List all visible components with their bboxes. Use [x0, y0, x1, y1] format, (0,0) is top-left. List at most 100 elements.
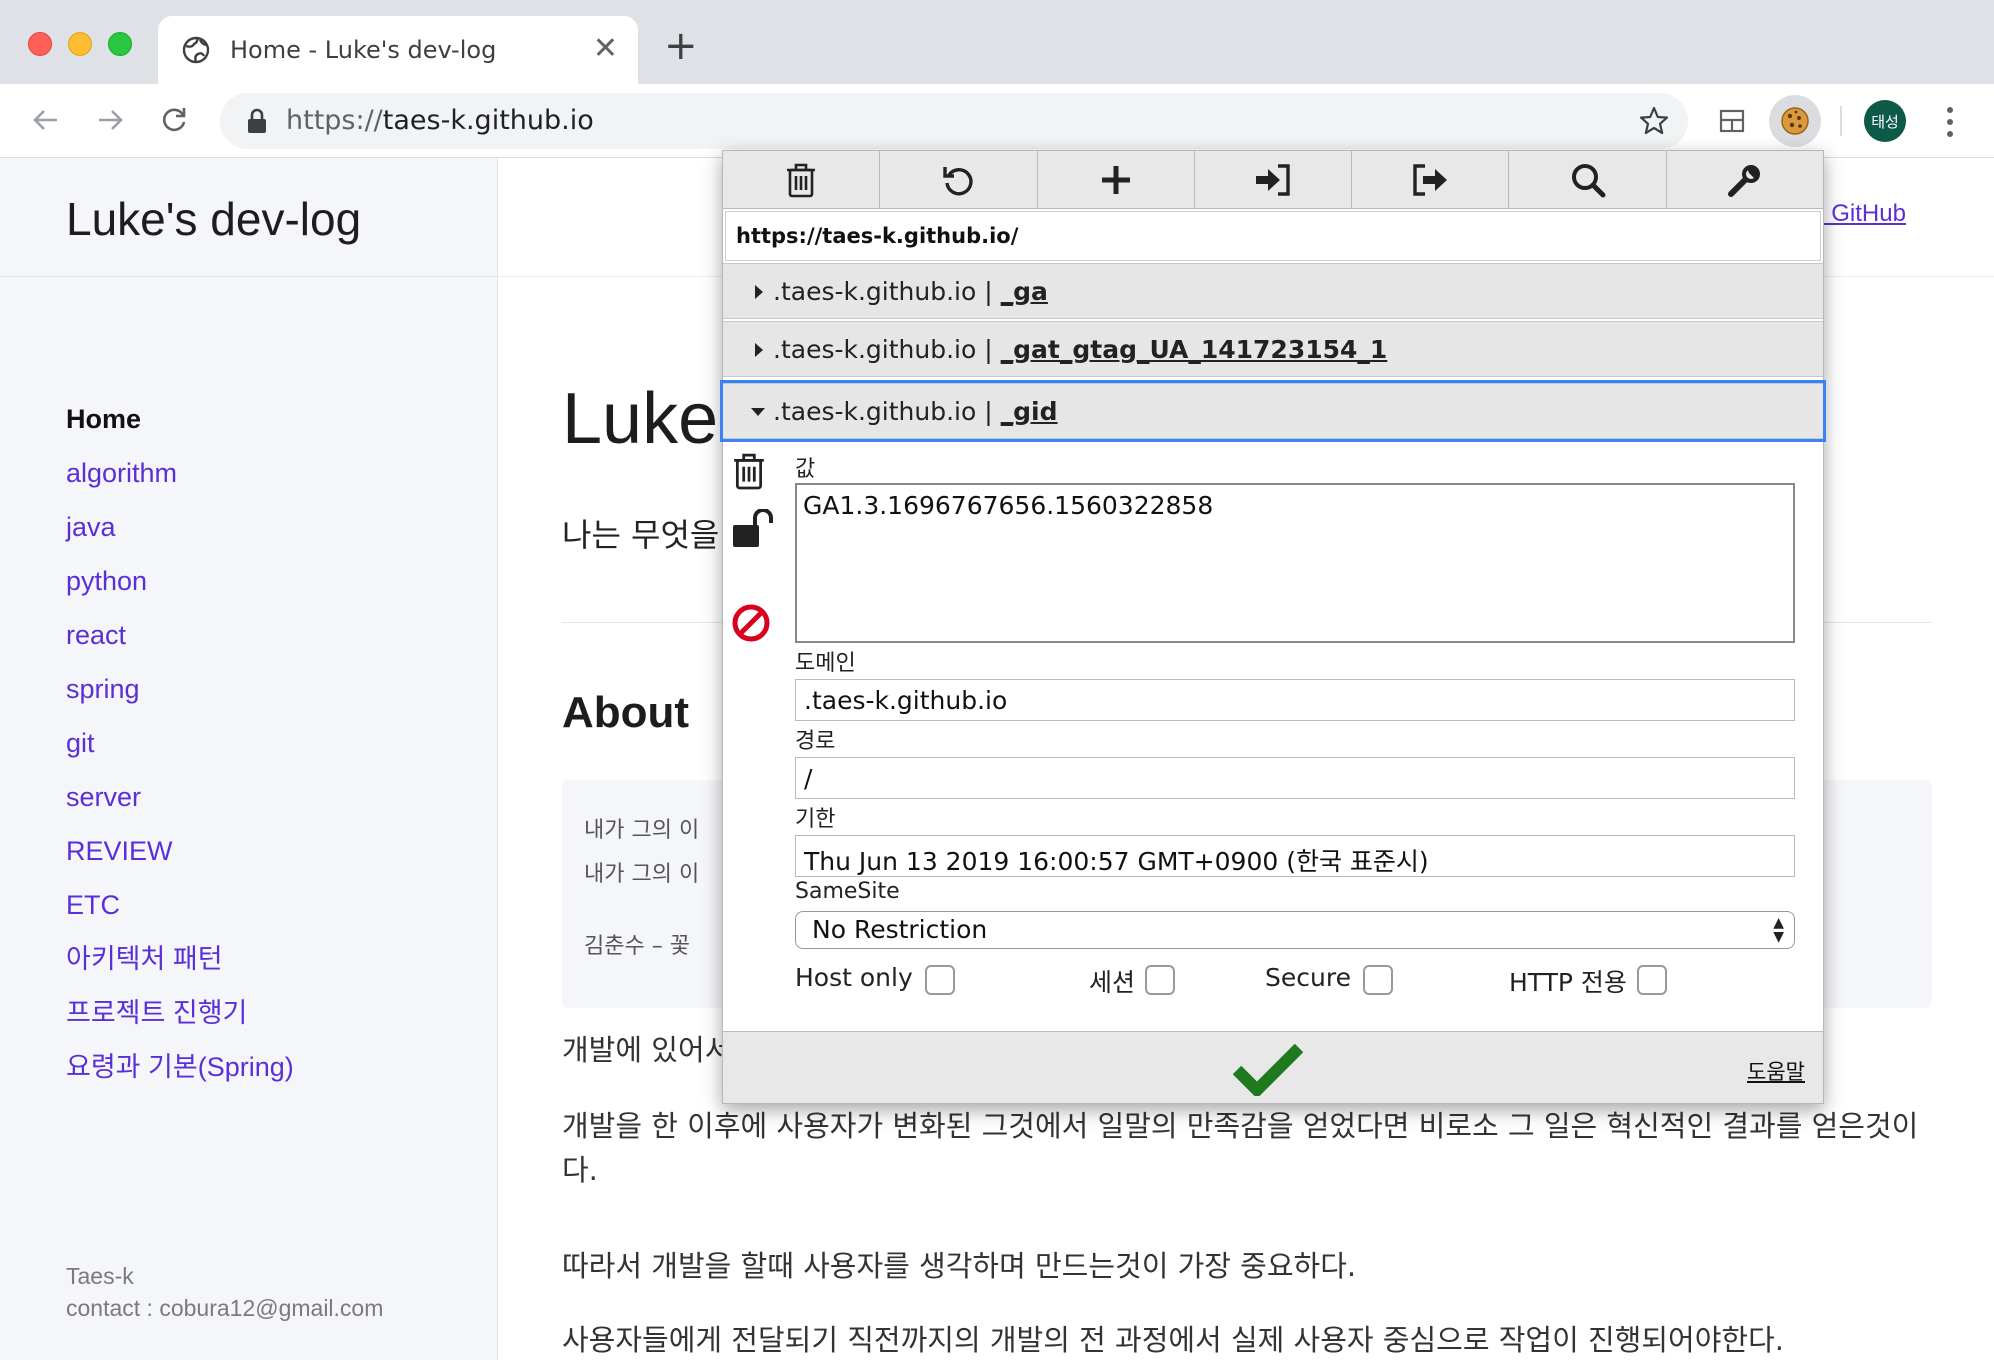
window-close-button[interactable]: [28, 32, 52, 56]
sidebar-item-projects[interactable]: 프로젝트 진행기: [66, 986, 294, 1040]
expand-arrow-icon: [755, 285, 763, 299]
select-arrows-icon: ▲ ▼: [1773, 915, 1784, 945]
browser-tab[interactable]: Home - Luke's dev-log ✕: [158, 16, 638, 84]
site-sidebar: Luke's dev-log Home algorithm java pytho…: [0, 158, 498, 1360]
delete-all-button[interactable]: [723, 151, 881, 209]
window-minimize-button[interactable]: [68, 32, 92, 56]
forward-button[interactable]: [86, 96, 134, 144]
host-only-checkbox[interactable]: [925, 965, 955, 995]
search-icon: [1571, 164, 1606, 198]
arrow-right-icon: [99, 110, 123, 130]
cookie-extension-button[interactable]: [1769, 95, 1821, 147]
import-icon: [1255, 164, 1290, 196]
trash-icon: [787, 163, 816, 198]
search-button[interactable]: [1509, 151, 1667, 209]
expires-field[interactable]: Thu Jun 13 2019 16:00:57 GMT+0900 (한국 표준…: [795, 835, 1795, 877]
cookie-row-label: .taes-k.github.io | _gid: [773, 397, 1058, 426]
session-checkbox[interactable]: [1145, 965, 1175, 995]
cookie-row-label: .taes-k.github.io | _gat_gtag_UA_1417231…: [773, 335, 1388, 364]
tab-title: Home - Luke's dev-log: [230, 36, 497, 64]
footer-contact: contact : cobura12@gmail.com: [66, 1295, 384, 1321]
trash-icon[interactable]: [731, 451, 767, 491]
sidebar-item-review[interactable]: REVIEW: [66, 824, 294, 878]
host-only-label: Host only: [795, 963, 913, 992]
add-cookie-button[interactable]: [1038, 151, 1195, 209]
cookie-row-label: .taes-k.github.io | _ga: [773, 277, 1048, 306]
import-button[interactable]: [1195, 151, 1353, 209]
globe-icon: [182, 36, 210, 64]
path-label: 경로: [795, 729, 836, 754]
save-check-icon[interactable]: [1233, 1042, 1303, 1096]
path-field[interactable]: /: [795, 757, 1795, 799]
session-label: 세션: [1089, 968, 1136, 997]
sidebar-item-react[interactable]: react: [66, 608, 294, 662]
samesite-selected-value: No Restriction: [812, 915, 988, 944]
export-icon: [1413, 164, 1448, 196]
new-tab-button[interactable]: +: [664, 26, 698, 66]
sidebar-header-divider: [0, 276, 498, 277]
expires-label: 기한: [795, 807, 836, 832]
cookie-editor-footer: 도움말: [723, 1031, 1823, 1103]
settings-button[interactable]: [1667, 151, 1823, 209]
footer-name: Taes-k: [66, 1263, 134, 1289]
secure-checkbox[interactable]: [1363, 965, 1393, 995]
reload-button[interactable]: [150, 96, 198, 144]
sidebar-item-java[interactable]: java: [66, 500, 294, 554]
window-maximize-button[interactable]: [108, 32, 132, 56]
quote-line: 내가 그의 이: [584, 818, 700, 843]
sidebar-item-basics-spring[interactable]: 요령과 기본(Spring): [66, 1040, 294, 1094]
cookie-row-ga[interactable]: .taes-k.github.io | _ga: [723, 263, 1823, 319]
bookmark-star-icon[interactable]: [1638, 105, 1670, 137]
tab-bar: Home - Luke's dev-log ✕ +: [0, 0, 1994, 84]
sidebar-item-etc[interactable]: ETC: [66, 878, 294, 932]
unlock-icon[interactable]: [731, 509, 775, 549]
lock-icon: [248, 108, 266, 133]
address-bar[interactable]: https://taes-k.github.io: [220, 93, 1688, 149]
sidebar-item-git[interactable]: git: [66, 716, 294, 770]
reload-icon: [943, 167, 974, 196]
sidebar-item-python[interactable]: python: [66, 554, 294, 608]
sidebar-nav: Home algorithm java python react spring …: [66, 392, 294, 1094]
arrow-left-icon: [33, 110, 57, 130]
cookie-url: https://taes-k.github.io/: [725, 211, 1821, 261]
sidebar-item-algorithm[interactable]: algorithm: [66, 446, 294, 500]
export-button[interactable]: [1352, 151, 1510, 209]
tab-close-icon[interactable]: ✕: [593, 32, 618, 66]
cookie-row-gid[interactable]: .taes-k.github.io | _gid: [720, 380, 1826, 442]
cookie-row-gat[interactable]: .taes-k.github.io | _gat_gtag_UA_1417231…: [723, 321, 1823, 377]
http-only-label: HTTP 전용: [1509, 968, 1627, 997]
help-link[interactable]: 도움말: [1747, 1056, 1805, 1086]
paragraph: 따라서 개발을 할때 사용자를 생각하며 만드는것이 가장 중요하다.: [562, 1249, 1357, 1283]
sidebar-item-home[interactable]: Home: [66, 392, 294, 446]
quote-attribution: 김춘수 – 꽃: [584, 934, 690, 959]
samesite-label: SameSite: [795, 879, 900, 904]
paragraph: 사용자들에게 전달되기 직전까지의 개발의 전 과정에서 실제 사용자 중심으로…: [562, 1323, 1784, 1357]
wrench-icon: [1727, 165, 1760, 197]
profile-avatar[interactable]: 태성: [1864, 100, 1906, 142]
sidebar-footer: Taes-k contact : cobura12@gmail.com: [66, 1260, 383, 1324]
cookie-editor-popup: https://taes-k.github.io/ .taes-k.github…: [720, 150, 1826, 1104]
sidebar-item-server[interactable]: server: [66, 770, 294, 824]
toolbar-divider: [1840, 106, 1842, 136]
about-heading: About: [562, 688, 690, 737]
site-title[interactable]: Luke's dev-log: [66, 192, 361, 246]
http-only-checkbox[interactable]: [1637, 965, 1667, 995]
collapse-arrow-icon: [751, 408, 765, 416]
layout-extension-button[interactable]: [1706, 95, 1758, 147]
forbidden-icon[interactable]: [731, 603, 771, 643]
post-title: Luke': [562, 379, 732, 459]
sidebar-item-architecture[interactable]: 아키텍처 패턴: [66, 932, 294, 986]
quote-line: 내가 그의 이: [584, 862, 700, 887]
value-textarea[interactable]: GA1.3.1696767656.1560322858: [795, 483, 1795, 643]
samesite-select[interactable]: No Restriction ▲ ▼: [795, 911, 1795, 949]
value-label: 값: [795, 457, 816, 482]
cookie-editor-toolbar: [723, 151, 1823, 209]
sidebar-item-spring[interactable]: spring: [66, 662, 294, 716]
back-button[interactable]: [22, 96, 70, 144]
domain-field[interactable]: .taes-k.github.io: [795, 679, 1795, 721]
more-menu-icon[interactable]: [1938, 102, 1962, 142]
paragraph: 개발을 한 이후에 사용자가 변화된 그것에서 일말의 만족감을 얻었다면 비로…: [562, 1109, 1919, 1187]
plus-icon: [1101, 166, 1130, 194]
reset-button[interactable]: [880, 151, 1038, 209]
secure-label: Secure: [1265, 963, 1351, 992]
